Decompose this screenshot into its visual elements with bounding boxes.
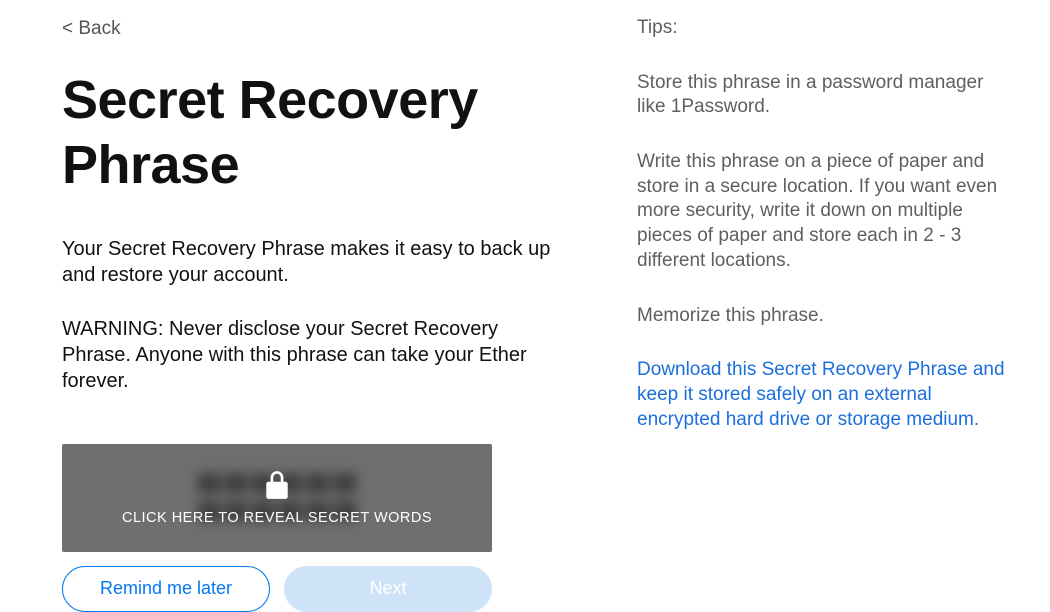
tip-item: Store this phrase in a password manager … xyxy=(637,71,1007,120)
tip-item: Write this phrase on a piece of paper an… xyxy=(637,150,1007,273)
next-button: Next xyxy=(284,566,492,612)
page-title: Secret Recovery Phrase xyxy=(62,68,557,198)
back-link[interactable]: < Back xyxy=(62,18,121,40)
tips-heading: Tips: xyxy=(637,16,1007,41)
lock-icon xyxy=(264,470,290,500)
reveal-label: CLICK HERE TO REVEAL SECRET WORDS xyxy=(122,510,432,526)
tip-item: Memorize this phrase. xyxy=(637,304,1007,329)
description-text: Your Secret Recovery Phrase makes it eas… xyxy=(62,236,557,288)
warning-text: WARNING: Never disclose your Secret Reco… xyxy=(62,316,557,394)
reveal-secret-box[interactable]: ██ ██ ██ ██ ██ ██ ██ ██ ██ ██ ██ ██ CLIC… xyxy=(62,444,492,552)
download-phrase-link[interactable]: Download this Secret Recovery Phrase and… xyxy=(637,358,1007,432)
remind-later-button[interactable]: Remind me later xyxy=(62,566,270,612)
